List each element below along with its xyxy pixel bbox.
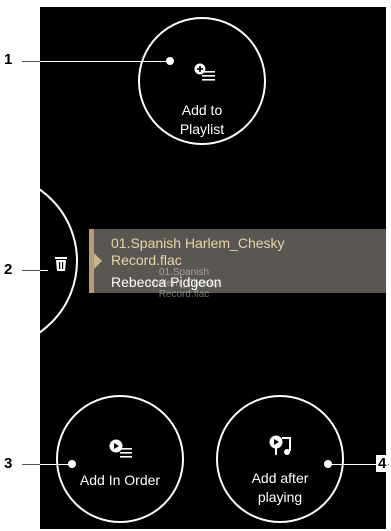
callout-2: 2 — [4, 261, 13, 278]
play-queue-icon — [109, 439, 133, 464]
callout-2-leader — [22, 270, 40, 271]
add-in-order-label: Add In Order — [79, 472, 161, 488]
add-after-playing-label: Add after playing — [251, 470, 309, 505]
play-indicator-icon — [94, 253, 102, 269]
add-in-order-button[interactable]: Add In Order — [56, 395, 184, 523]
callout-1-leader-inner — [40, 61, 170, 62]
callout-3: 3 — [4, 455, 13, 472]
callout-4: 4 — [376, 455, 389, 472]
add-to-playlist-label: Add to Playlist — [179, 102, 225, 137]
delete-button[interactable] — [40, 173, 78, 349]
add-after-playing-button[interactable]: Add after playing — [216, 395, 344, 523]
add-to-playlist-button[interactable]: Add to Playlist — [138, 17, 266, 145]
callout-1-leader — [22, 61, 40, 62]
callout-2-leader-inner — [40, 270, 48, 271]
action-screen: Add to Playlist 01.Spanish Harlem_Chesky… — [40, 7, 386, 529]
dragged-track-ghost: 01.Spanish Harlem_Chesky Record.flac — [148, 267, 220, 300]
callout-3-leader — [22, 464, 40, 465]
play-next-icon — [269, 435, 293, 462]
callout-1-dot — [166, 57, 174, 65]
trash-icon — [53, 256, 69, 277]
track-title: 01.Spanish Harlem_Chesky Record.flac — [111, 235, 285, 268]
add-to-playlist-icon — [194, 63, 216, 88]
callout-1: 1 — [4, 51, 13, 68]
callout-3-dot — [68, 460, 76, 468]
